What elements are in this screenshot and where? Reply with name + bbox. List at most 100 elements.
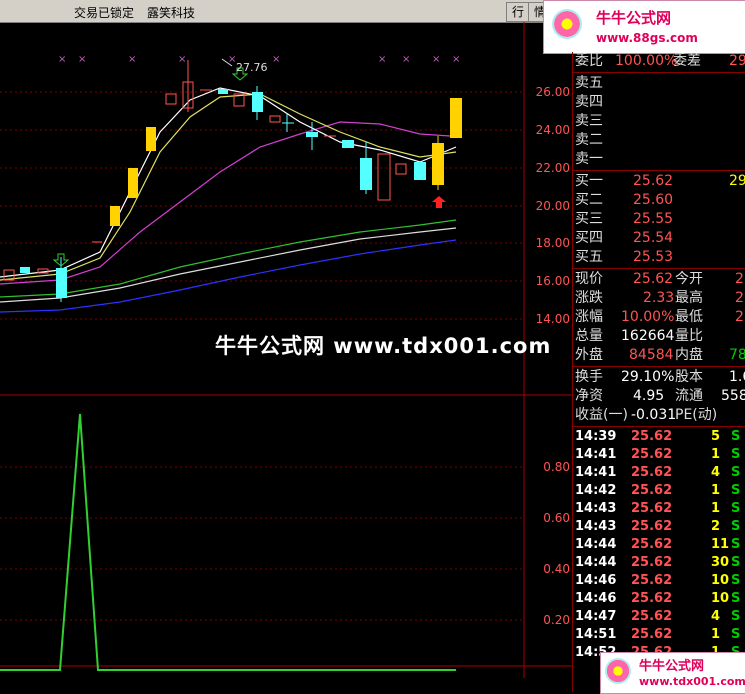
ma-white-long	[0, 227, 457, 303]
flower-icon	[552, 9, 582, 39]
lock-status: 交易已锁定	[74, 6, 135, 20]
tick-time: 14:51	[575, 627, 617, 642]
tick-time: 14:43	[575, 519, 617, 534]
svg-text:×: ×	[402, 54, 410, 65]
sub-axis-label-3: 0.20	[543, 613, 570, 627]
stock-name: 露笑科技	[147, 6, 196, 20]
tick-row: 14:43 25.62 1 S	[575, 500, 745, 518]
tick-side: S	[731, 519, 741, 534]
svg-text:×: ×	[178, 54, 186, 65]
tick-side: S	[731, 465, 741, 480]
weibi-row: 委比 100.00% 委差 29	[575, 53, 745, 69]
watermark-text: 牛牛公式网 www.tdx001.com	[215, 334, 552, 358]
svg-text:×: ×	[378, 54, 386, 65]
sell-5: 卖五	[575, 75, 603, 91]
sub-indicator-line	[0, 413, 456, 671]
tab-hang[interactable]: 行	[506, 2, 530, 22]
tick-vol: 5	[711, 429, 721, 444]
tick-side: S	[731, 429, 741, 444]
stat-row-3: 总量 162664 量比	[575, 328, 703, 344]
sell-2: 卖二	[575, 132, 603, 148]
tick-row: 14:43 25.62 2 S	[575, 518, 745, 536]
buy-5: 买五 25.53	[575, 249, 674, 265]
ma-yellow	[0, 93, 457, 281]
tick-price: 25.62	[631, 537, 673, 552]
stat2-row-0: 换手29.10% 股本1.6	[575, 369, 745, 385]
axis-label-0: 26.00	[536, 85, 570, 99]
tick-price: 25.62	[631, 519, 673, 534]
tick-row: 14:46 25.62 10 S	[575, 572, 745, 590]
sell-4: 卖四	[575, 94, 603, 110]
tick-row: 14:44 25.62 30 S	[575, 554, 745, 572]
tick-side: S	[731, 447, 741, 462]
quote-panel: 委比 100.00% 委差 29 卖五 卖四 卖三 卖二 卖一 买一 25.62…	[572, 52, 745, 692]
sell-1: 卖一	[575, 151, 603, 167]
tick-price: 25.62	[631, 465, 673, 480]
tick-vol: 1	[711, 501, 721, 516]
sub-axis-labels: 0.80 0.60 0.40 0.20	[543, 460, 570, 627]
tick-time: 14:44	[575, 537, 617, 552]
tick-row: 14:47 25.62 4 S	[575, 608, 745, 626]
tick-time: 14:41	[575, 465, 617, 480]
tick-price: 25.62	[631, 609, 673, 624]
tick-vol: 1	[711, 483, 721, 498]
tick-time: 14:39	[575, 429, 617, 444]
svg-text:×: ×	[272, 54, 280, 65]
tick-price: 25.62	[631, 501, 673, 516]
svg-text:×: ×	[128, 54, 136, 65]
axis-label-5: 16.00	[536, 274, 570, 288]
ma-white-short	[0, 87, 457, 278]
tick-row: 14:51 25.62 1 S	[575, 626, 745, 644]
title-bar: 交易已锁定 露笑科技 行 情	[0, 0, 572, 23]
tick-side: S	[731, 483, 741, 498]
tick-vol: 10	[711, 573, 730, 588]
ma-green	[0, 219, 457, 298]
tick-price: 25.62	[631, 627, 673, 642]
logo-bottom: 牛牛公式网 www.tdx001.com	[600, 652, 745, 694]
tick-side: S	[731, 501, 741, 516]
stat-row-0: 现价 25.62 今开 2	[575, 271, 744, 287]
logo-top-name: 牛牛公式网	[596, 9, 672, 27]
tick-price: 25.62	[631, 573, 673, 588]
buy-4: 买四 25.54	[575, 230, 674, 246]
main-axis-labels: 26.00 24.00 22.00 20.00 18.00 16.00 14.0…	[536, 85, 570, 326]
svg-text:×: ×	[78, 54, 86, 65]
tick-row: 14:41 25.62 1 S	[575, 446, 745, 464]
tick-vol: 4	[711, 609, 721, 624]
tick-side: S	[731, 537, 741, 552]
tick-vol: 1	[711, 627, 721, 642]
tick-vol: 30	[711, 555, 730, 570]
tick-vol: 11	[711, 537, 730, 552]
sub-axis-label-0: 0.80	[543, 460, 570, 474]
tick-vol: 2	[711, 519, 721, 534]
axis-label-1: 24.00	[536, 123, 570, 137]
sub-axis-label-1: 0.60	[543, 511, 570, 525]
tick-side: S	[731, 555, 741, 570]
tick-time: 14:47	[575, 609, 617, 624]
tick-side: S	[731, 573, 741, 588]
tick-side: S	[731, 609, 741, 624]
tick-vol: 10	[711, 591, 730, 606]
logo-bottom-url: www.tdx001.com	[639, 675, 745, 688]
tick-price: 25.62	[631, 447, 673, 462]
axis-label-4: 18.00	[536, 236, 570, 250]
sub-axis-label-2: 0.40	[543, 562, 570, 576]
tick-time: 14:43	[575, 501, 617, 516]
buy-1: 买一 25.62 29	[575, 173, 745, 189]
tick-vol: 4	[711, 465, 721, 480]
svg-text:×: ×	[452, 54, 460, 65]
logo-top-url: www.88gs.com	[596, 31, 698, 45]
tick-time: 14:46	[575, 591, 617, 606]
tick-price: 25.62	[631, 555, 673, 570]
tick-time: 14:44	[575, 555, 617, 570]
logo-bottom-name: 牛牛公式网	[639, 659, 705, 674]
tick-time: 14:41	[575, 447, 617, 462]
tick-price: 25.62	[631, 591, 673, 606]
tick-time: 14:46	[575, 573, 617, 588]
svg-text:×: ×	[432, 54, 440, 65]
tick-row: 14:42 25.62 1 S	[575, 482, 745, 500]
tick-row: 14:39 25.62 5 S	[575, 428, 745, 446]
tick-time: 14:42	[575, 483, 617, 498]
buy-3: 买三 25.55	[575, 211, 674, 227]
tick-row: 14:46 25.62 10 S	[575, 590, 745, 608]
